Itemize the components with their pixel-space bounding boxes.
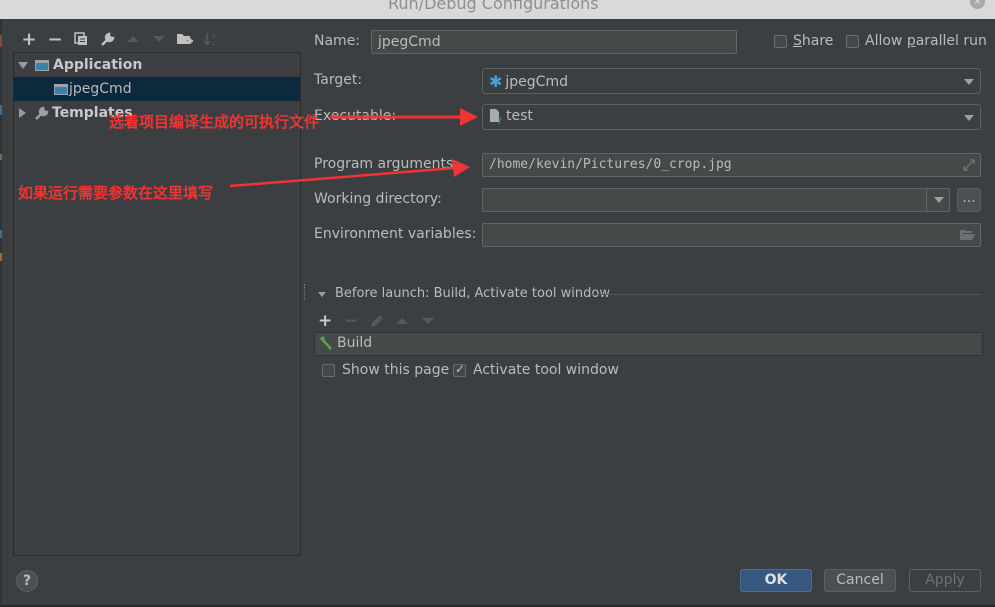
- chevron-down-icon: [934, 197, 944, 203]
- build-label: Build: [337, 335, 373, 351]
- title-bar: Run/Debug Configurations ×: [0, 0, 995, 19]
- environment-variables-label: Environment variables:: [314, 226, 477, 242]
- program-arguments-value: /home/kevin/Pictures/0_crop.jpg: [489, 157, 732, 172]
- tree-node-label: Application: [53, 57, 143, 73]
- close-icon[interactable]: ×: [970, 0, 985, 9]
- arrow-down-icon: [153, 36, 165, 42]
- program-arguments-label: Program arguments:: [314, 156, 458, 172]
- edit-task-icon[interactable]: [370, 314, 384, 328]
- move-down-task-icon[interactable]: [422, 317, 434, 325]
- activate-tool-window-label: Activate tool window: [473, 362, 619, 378]
- before-launch-title: Before launch: Build, Activate tool wind…: [335, 286, 610, 301]
- move-up-task-icon[interactable]: [396, 317, 408, 325]
- working-directory-dropdown-button[interactable]: [926, 189, 949, 211]
- before-launch-toolbar: + −: [318, 311, 434, 331]
- name-value: jpegCmd: [378, 34, 441, 50]
- svg-text:?: ?: [497, 117, 502, 124]
- sort-alpha-icon: az: [204, 33, 216, 46]
- executable-value: test: [506, 108, 533, 124]
- show-this-page-label: Show this page: [342, 362, 450, 378]
- plus-icon: +: [21, 28, 37, 50]
- tree-node-application[interactable]: Application: [14, 53, 300, 77]
- config-toolbar: + − az: [16, 28, 224, 50]
- new-folder-button[interactable]: [172, 29, 198, 49]
- unknown-file-icon: ?: [490, 109, 502, 124]
- share-label: Share: [793, 33, 834, 49]
- ok-button[interactable]: OK: [740, 569, 812, 592]
- application-icon: [35, 59, 49, 71]
- minus-icon: −: [47, 28, 63, 50]
- executable-dropdown[interactable]: ? test: [482, 104, 981, 130]
- expand-icon[interactable]: [963, 159, 975, 171]
- copy-icon: [74, 32, 87, 45]
- move-up-button[interactable]: [120, 29, 146, 49]
- program-arguments-input[interactable]: /home/kevin/Pictures/0_crop.jpg: [482, 153, 981, 177]
- chevron-down-icon: [964, 115, 974, 121]
- apply-button[interactable]: Apply: [909, 569, 981, 592]
- share-checkbox[interactable]: [774, 35, 787, 48]
- target-dropdown[interactable]: ✱ jpegCmd: [482, 68, 981, 94]
- window-title: Run/Debug Configurations: [388, 0, 599, 13]
- working-directory-input[interactable]: [482, 188, 950, 212]
- folder-open-icon[interactable]: [960, 229, 975, 241]
- chevron-down-icon: [964, 79, 974, 85]
- help-button[interactable]: ?: [16, 570, 38, 592]
- hammer-icon: [319, 336, 332, 350]
- allow-parallel-checkbox[interactable]: [846, 35, 859, 48]
- target-label: Target:: [314, 72, 363, 88]
- annotation-executable-note: 选着项目编译生成的可执行文件: [109, 113, 320, 131]
- gear-icon: ✱: [489, 72, 503, 91]
- tree-item-jpegcmd[interactable]: jpegCmd: [14, 77, 300, 101]
- browse-working-directory-button[interactable]: ...: [957, 188, 981, 212]
- remove-task-button[interactable]: −: [344, 311, 370, 331]
- before-launch-list: Build: [314, 332, 983, 356]
- sort-button[interactable]: az: [198, 29, 224, 49]
- collapse-chevron-icon[interactable]: [318, 292, 326, 297]
- tree-item-label: jpegCmd: [69, 81, 132, 97]
- add-task-button[interactable]: +: [318, 311, 344, 331]
- application-icon: [54, 83, 68, 95]
- name-label: Name:: [314, 33, 361, 49]
- environment-variables-input[interactable]: [482, 223, 981, 247]
- edit-defaults-button[interactable]: [94, 29, 120, 49]
- working-directory-label: Working directory:: [314, 191, 442, 207]
- cancel-button[interactable]: Cancel: [824, 569, 896, 592]
- before-launch-item-build[interactable]: Build: [317, 335, 372, 351]
- drag-grip[interactable]: [304, 284, 307, 300]
- arrow-up-icon: [127, 36, 139, 42]
- copy-config-button[interactable]: [68, 29, 94, 49]
- activate-tool-window-checkbox[interactable]: [453, 362, 466, 377]
- collapse-chevron-icon[interactable]: [19, 108, 26, 118]
- svg-text:a: a: [212, 33, 216, 40]
- show-this-page-checkbox[interactable]: [322, 364, 335, 377]
- annotation-args-note: 如果运行需要参数在这里填写: [18, 184, 214, 202]
- remove-config-button[interactable]: −: [42, 28, 68, 50]
- section-divider: [591, 294, 981, 295]
- executable-label: Executable:: [314, 108, 397, 124]
- target-value: jpegCmd: [505, 73, 568, 90]
- move-down-button[interactable]: [146, 29, 172, 49]
- name-input[interactable]: jpegCmd: [371, 30, 737, 54]
- svg-text:z: z: [212, 40, 215, 46]
- wrench-icon: [100, 32, 114, 46]
- allow-parallel-label: Allow parallel run: [865, 33, 987, 49]
- add-config-button[interactable]: +: [16, 28, 42, 50]
- expand-chevron-icon[interactable]: [18, 61, 28, 69]
- folder-add-icon: [177, 34, 193, 44]
- wrench-icon: [35, 106, 49, 120]
